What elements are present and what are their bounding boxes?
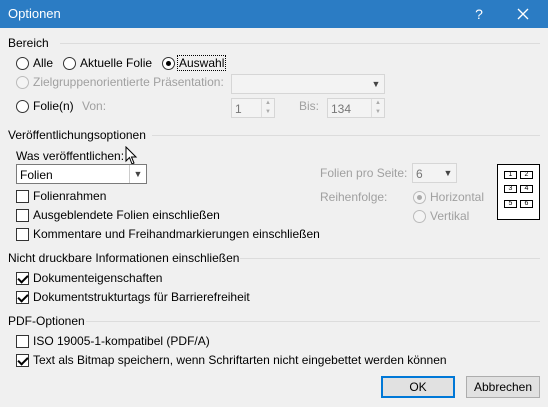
label-zielgruppe: Zielgruppenorientierte Präsentation: bbox=[33, 75, 224, 89]
separator bbox=[60, 43, 540, 44]
label-vertikal: Vertikal bbox=[430, 209, 470, 223]
checkbox-bitmap[interactable] bbox=[16, 354, 29, 367]
label-aktuelle-folie: Aktuelle Folie bbox=[80, 56, 153, 70]
label-von: Von: bbox=[82, 99, 107, 113]
label-kommentare: Kommentare und Freihandmarkierungen eins… bbox=[33, 227, 320, 241]
label-dokumenteigenschaften: Dokumenteigenschaften bbox=[33, 271, 163, 285]
layout-cell: 3 bbox=[504, 185, 517, 193]
radio-horizontal[interactable] bbox=[413, 191, 426, 204]
label-bitmap: Text als Bitmap speichern, wenn Schrifta… bbox=[33, 353, 447, 367]
title-bar bbox=[0, 0, 548, 28]
radio-zielgruppe[interactable] bbox=[16, 76, 29, 89]
label-ausgeblendete-folien: Ausgeblendete Folien einschließen bbox=[33, 208, 220, 222]
radio-alle[interactable] bbox=[16, 57, 29, 70]
cancel-button[interactable]: Abbrechen bbox=[466, 376, 540, 398]
was-veroeffentlichen-dropdown[interactable]: Folien ▼ bbox=[16, 164, 147, 184]
von-spinner[interactable]: 1 ▲ ▼ bbox=[231, 98, 275, 118]
checkbox-iso[interactable] bbox=[16, 335, 29, 348]
page-layout-preview: 1 2 3 4 5 6 bbox=[497, 164, 540, 220]
bis-value: 134 bbox=[331, 102, 352, 116]
spin-arrows-icon: ▲ ▼ bbox=[261, 99, 274, 117]
label-bis: Bis: bbox=[299, 99, 320, 113]
label-folien: Folie(n) bbox=[33, 99, 74, 113]
zielgruppe-dropdown[interactable]: ▼ bbox=[231, 74, 385, 94]
layout-cell: 4 bbox=[520, 185, 533, 193]
separator bbox=[86, 321, 540, 322]
folien-pro-seite-dropdown[interactable]: 6 ▼ bbox=[412, 163, 457, 183]
was-veroeffentlichen-value: Folien bbox=[20, 168, 53, 182]
label-strukturtags: Dokumentstrukturtags für Barrierefreihei… bbox=[33, 290, 250, 304]
label-alle: Alle bbox=[33, 56, 54, 70]
checkbox-strukturtags[interactable] bbox=[16, 291, 29, 304]
section-heading-veroeffentlichung: Veröffentlichungsoptionen bbox=[8, 128, 146, 142]
section-heading-bereich: Bereich bbox=[8, 36, 49, 50]
separator bbox=[152, 135, 540, 136]
bis-spinner[interactable]: 134 ▲ ▼ bbox=[327, 98, 385, 118]
layout-cell: 1 bbox=[504, 171, 517, 179]
help-button[interactable]: ? bbox=[468, 3, 490, 25]
spin-arrows-icon: ▲ ▼ bbox=[371, 99, 384, 117]
label-was-veroeffentlichen: Was veröffentlichen: bbox=[16, 149, 125, 163]
layout-cell: 2 bbox=[520, 171, 533, 179]
radio-vertikal[interactable] bbox=[413, 210, 426, 223]
section-heading-nicht-druckbar: Nicht druckbare Informationen einschließ… bbox=[8, 251, 240, 265]
checkbox-dokumenteigenschaften[interactable] bbox=[16, 272, 29, 285]
separator bbox=[240, 258, 540, 259]
chevron-down-icon: ▼ bbox=[129, 165, 146, 183]
checkbox-kommentare[interactable] bbox=[16, 228, 29, 241]
layout-cell: 5 bbox=[504, 200, 517, 208]
ok-button[interactable]: OK bbox=[381, 376, 455, 398]
section-heading-pdf: PDF-Optionen bbox=[8, 314, 85, 328]
radio-auswahl[interactable] bbox=[162, 57, 175, 70]
window-title: Optionen bbox=[8, 6, 61, 21]
checkbox-folienrahmen[interactable] bbox=[16, 190, 29, 203]
label-iso: ISO 19005-1-kompatibel (PDF/A) bbox=[33, 334, 210, 348]
von-value: 1 bbox=[235, 102, 242, 116]
chevron-down-icon: ▼ bbox=[371, 79, 381, 89]
chevron-down-icon: ▼ bbox=[443, 168, 453, 178]
label-horizontal: Horizontal bbox=[430, 190, 485, 204]
label-reihenfolge: Reihenfolge: bbox=[320, 190, 388, 204]
radio-folien[interactable] bbox=[16, 100, 29, 113]
checkbox-ausgeblendete-folien[interactable] bbox=[16, 209, 29, 222]
close-icon bbox=[517, 8, 529, 20]
label-folienrahmen: Folienrahmen bbox=[33, 189, 107, 203]
close-button[interactable] bbox=[508, 3, 538, 25]
label-auswahl: Auswahl bbox=[177, 55, 227, 71]
layout-cell: 6 bbox=[520, 200, 533, 208]
label-folien-pro-seite: Folien pro Seite: bbox=[320, 166, 408, 180]
radio-aktuelle-folie[interactable] bbox=[63, 57, 76, 70]
folien-pro-seite-value: 6 bbox=[416, 167, 423, 181]
